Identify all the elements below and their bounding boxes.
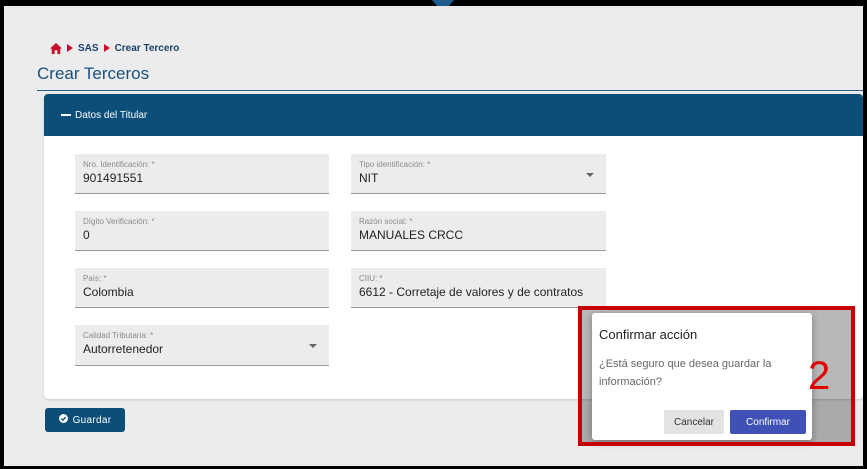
digito-verificacion-field[interactable]: Dígito Verificación: * 0: [75, 211, 329, 251]
section-header[interactable]: Datos del Titular: [44, 94, 863, 136]
pais-value: Colombia: [83, 285, 134, 299]
breadcrumb: SAS Crear Tercero: [50, 41, 179, 55]
digito-verificacion-label: Dígito Verificación: *: [83, 217, 155, 226]
chevron-right-icon: [67, 44, 73, 52]
save-button-label: Guardar: [72, 414, 112, 426]
nro-identificacion-value: 901491551: [83, 171, 144, 185]
ciiu-label: CIIU: *: [359, 274, 383, 283]
tipo-identificacion-select[interactable]: Tipo identificación: * NIT: [351, 154, 606, 194]
minus-icon: [61, 114, 71, 116]
chevron-down-icon: [309, 344, 317, 348]
home-icon[interactable]: [50, 42, 62, 54]
annotation-step-number: 2: [808, 354, 831, 398]
breadcrumb-item-crear-tercero: Crear Tercero: [114, 42, 180, 54]
chevron-down-icon: [586, 173, 594, 177]
ciiu-value: 6612 - Corretaje de valores y de contrat…: [359, 285, 584, 299]
section-header-label: Datos del Titular: [75, 109, 148, 121]
pais-field[interactable]: País: * Colombia: [75, 268, 329, 308]
tipo-identificacion-label: Tipo identificación: *: [359, 160, 431, 169]
check-circle-icon: [58, 414, 68, 426]
tipo-identificacion-value: NIT: [359, 171, 379, 185]
digito-verificacion-value: 0: [83, 228, 90, 242]
razon-social-value: MANUALES CRCC: [359, 228, 464, 242]
save-button[interactable]: Guardar: [45, 408, 125, 432]
nro-identificacion-label: Nro. Identificación: *: [83, 160, 155, 169]
calidad-tributaria-value: Autorretenedor: [83, 342, 164, 356]
app-screen: SAS Crear Tercero Crear Terceros Datos d…: [4, 6, 863, 466]
page-title: Crear Terceros: [37, 64, 150, 83]
razon-social-label: Razón social: *: [359, 217, 413, 226]
nro-identificacion-field[interactable]: Nro. Identificación: * 901491551: [75, 154, 329, 194]
calidad-tributaria-label: Calidad Tributaria: *: [83, 331, 154, 340]
chevron-right-icon: [103, 44, 110, 52]
ciiu-field[interactable]: CIIU: * 6612 - Corretaje de valores y de…: [351, 268, 606, 308]
pais-label: País: *: [83, 274, 107, 283]
calidad-tributaria-select[interactable]: Calidad Tributaria: * Autorretenedor: [75, 325, 329, 366]
razon-social-field[interactable]: Razón social: * MANUALES CRCC: [351, 211, 606, 251]
breadcrumb-item-sas[interactable]: SAS: [78, 43, 99, 54]
divider: [37, 90, 863, 91]
